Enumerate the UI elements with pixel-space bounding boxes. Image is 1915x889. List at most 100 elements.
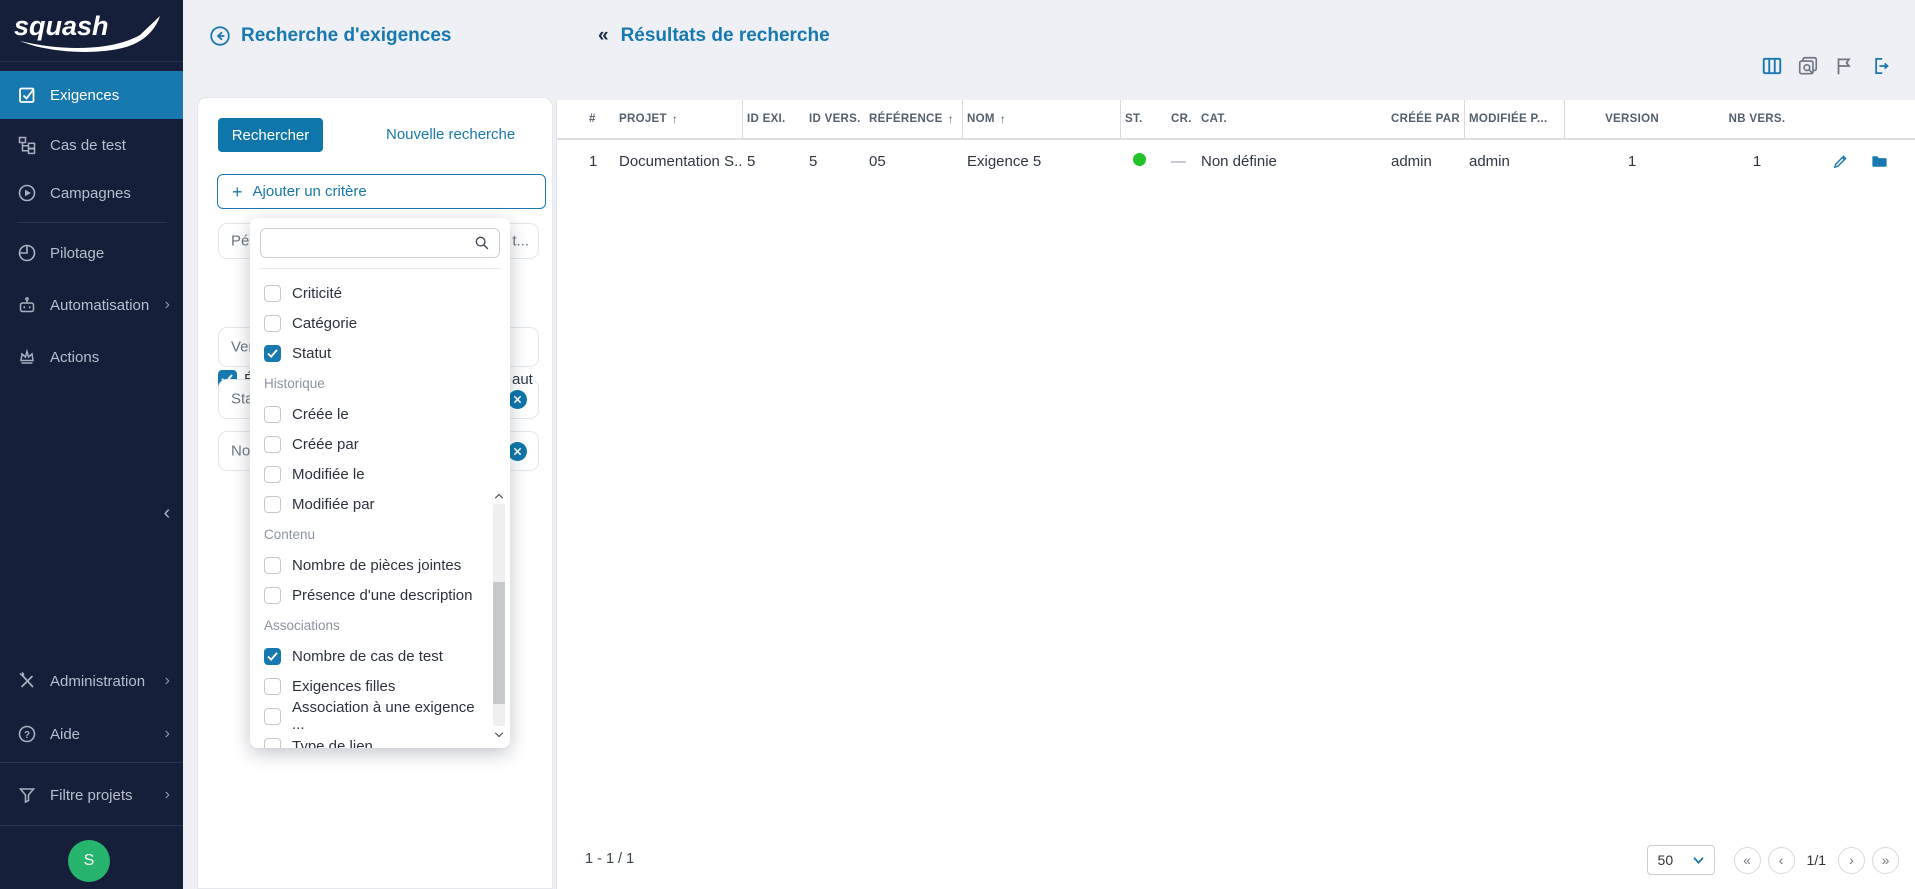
collapse-results-icon[interactable]: «	[598, 25, 609, 47]
extend-label-fragment: aut	[512, 371, 533, 388]
row-actions	[1831, 152, 1891, 171]
play-circle-icon	[17, 183, 37, 203]
next-page-button[interactable]: ›	[1838, 846, 1865, 874]
criteria-option[interactable]: Modifiée par	[264, 489, 490, 519]
squash-logo[interactable]: squash	[0, 0, 183, 62]
column-header-reference[interactable]: RÉFÉRENCE ↑	[865, 100, 963, 138]
edit-icon[interactable]	[1831, 152, 1850, 171]
plus-icon: +	[232, 181, 243, 202]
sort-asc-icon[interactable]: ↑	[672, 112, 678, 126]
last-page-button[interactable]: »	[1872, 846, 1899, 874]
sidebar: squash Exigences Cas de test Campagnes P…	[0, 0, 183, 889]
checkbox[interactable]	[264, 556, 281, 574]
cell-nom[interactable]: Exigence 5	[963, 153, 1121, 170]
scroll-up-icon[interactable]	[492, 488, 506, 504]
criteria-option[interactable]: Statut	[264, 338, 490, 368]
criteria-option[interactable]: Catégorie	[264, 308, 490, 338]
sidebar-item-automatisation[interactable]: Automatisation ›	[0, 281, 183, 329]
user-avatar[interactable]: S	[68, 840, 110, 882]
sidebar-item-exigences[interactable]: Exigences	[0, 71, 183, 119]
scrollbar-track[interactable]	[493, 504, 505, 726]
column-header-modifiee-par[interactable]: MODIFIÉE P...	[1465, 100, 1565, 138]
criteria-search-box[interactable]	[260, 228, 500, 258]
checkbox[interactable]	[264, 647, 281, 665]
sidebar-item-filtre-projets[interactable]: Filtre projets ›	[0, 771, 183, 819]
column-header-projet[interactable]: PROJET ↑	[615, 100, 743, 138]
sidebar-item-label: Administration	[50, 672, 146, 690]
breadcrumb-search: Recherche d'exigences	[209, 25, 451, 47]
sidebar-item-aide[interactable]: ? Aide ›	[0, 710, 183, 758]
squash-app: squash Exigences Cas de test Campagnes P…	[0, 0, 1915, 889]
remove-criterion-badge[interactable]	[508, 390, 527, 409]
checkbox[interactable]	[264, 314, 281, 332]
flag-icon[interactable]	[1833, 55, 1855, 77]
add-criterion-button[interactable]: + Ajouter un critère	[217, 174, 546, 209]
column-header-id-vers[interactable]: ID VERS.	[805, 100, 865, 138]
criteria-option[interactable]: Créée par	[264, 429, 490, 459]
sidebar-item-label: Cas de test	[50, 136, 126, 154]
checkbox[interactable]	[264, 405, 281, 423]
sidebar-item-label: Aide	[50, 725, 81, 743]
breadcrumb-results: « Résultats de recherche	[598, 25, 830, 47]
columns-icon[interactable]	[1761, 55, 1783, 77]
column-header-categorie[interactable]: CAT.	[1197, 100, 1387, 138]
remove-criterion-badge[interactable]	[508, 442, 527, 461]
checkbox[interactable]	[264, 707, 281, 725]
chevron-right-icon: ›	[164, 725, 170, 742]
column-header-nb-versions[interactable]: NB VERS.	[1695, 100, 1815, 138]
sort-asc-icon[interactable]: ↑	[1000, 112, 1006, 126]
page-title-search[interactable]: Recherche d'exigences	[241, 25, 451, 47]
new-search-link[interactable]: Nouvelle recherche	[386, 118, 515, 152]
column-header-creee-par[interactable]: CRÉÉE PAR	[1387, 100, 1465, 138]
criteria-option[interactable]: Association à une exigence ...	[264, 699, 490, 733]
criteria-dropdown: Criticité Catégorie Statut Historique Cr…	[250, 218, 510, 748]
checkbox[interactable]	[264, 737, 281, 748]
checkbox[interactable]	[264, 465, 281, 483]
table-row[interactable]: 1 Documentation S... 5 5 05 Exigence 5 —…	[557, 140, 1915, 182]
page-size-select[interactable]: 50	[1646, 845, 1715, 875]
checkbox[interactable]	[264, 344, 281, 362]
checkbox[interactable]	[264, 677, 281, 695]
export-icon[interactable]	[1869, 55, 1891, 77]
criteria-search-input[interactable]	[261, 229, 473, 257]
sidebar-item-actions[interactable]: Actions	[0, 333, 183, 381]
table-header-row: # PROJET ↑ ID EXI. ID VERS. RÉFÉRENCE ↑ NO…	[557, 100, 1915, 140]
sidebar-collapse-button[interactable]: ‹	[156, 500, 178, 526]
criteria-option[interactable]: Exigences filles	[264, 671, 490, 701]
column-header-nom[interactable]: NOM ↑	[963, 100, 1121, 138]
sidebar-item-campagnes[interactable]: Campagnes	[0, 169, 183, 217]
back-circle-icon[interactable]	[209, 25, 231, 47]
search-button[interactable]: Rechercher	[218, 118, 323, 152]
criteria-option[interactable]: Criticité	[264, 278, 490, 308]
criteria-option[interactable]: Type de lien	[264, 731, 490, 748]
column-header-statut[interactable]: ST.	[1121, 100, 1167, 138]
sidebar-item-cas-de-test[interactable]: Cas de test	[0, 121, 183, 169]
criteria-option[interactable]: Modifiée le	[264, 459, 490, 489]
squash-logo-icon: squash	[14, 11, 160, 52]
criteria-option[interactable]: Nombre de pièces jointes	[264, 550, 490, 580]
sidebar-item-pilotage[interactable]: Pilotage	[0, 229, 183, 277]
prev-page-button[interactable]: ‹	[1767, 846, 1795, 874]
duplicate-search-icon[interactable]	[1797, 55, 1819, 77]
criteria-option[interactable]: Nombre de cas de test	[264, 641, 490, 671]
checkbox[interactable]	[264, 284, 281, 302]
pie-chart-icon	[17, 243, 37, 263]
sidebar-item-administration[interactable]: Administration ›	[0, 657, 183, 705]
column-header-num[interactable]: #	[585, 100, 615, 138]
checkbox[interactable]	[264, 435, 281, 453]
checkbox[interactable]	[264, 586, 281, 604]
sort-asc-icon[interactable]: ↑	[948, 112, 954, 126]
first-page-button[interactable]: «	[1733, 846, 1761, 874]
criteria-option[interactable]: Créée le	[264, 399, 490, 429]
dropdown-scrollbar[interactable]	[492, 488, 506, 742]
column-header-criticite[interactable]: CR.	[1167, 100, 1197, 138]
criteria-option[interactable]: Présence d'une description	[264, 580, 490, 610]
scroll-down-icon[interactable]	[492, 726, 506, 742]
tools-icon	[17, 671, 37, 691]
column-header-version[interactable]: VERSION	[1565, 100, 1695, 138]
cell-criticite: —	[1171, 152, 1186, 170]
folder-icon[interactable]	[1870, 152, 1889, 171]
checkbox[interactable]	[264, 495, 281, 513]
scrollbar-thumb[interactable]	[493, 581, 505, 704]
column-header-id-exi[interactable]: ID EXI.	[743, 100, 805, 138]
